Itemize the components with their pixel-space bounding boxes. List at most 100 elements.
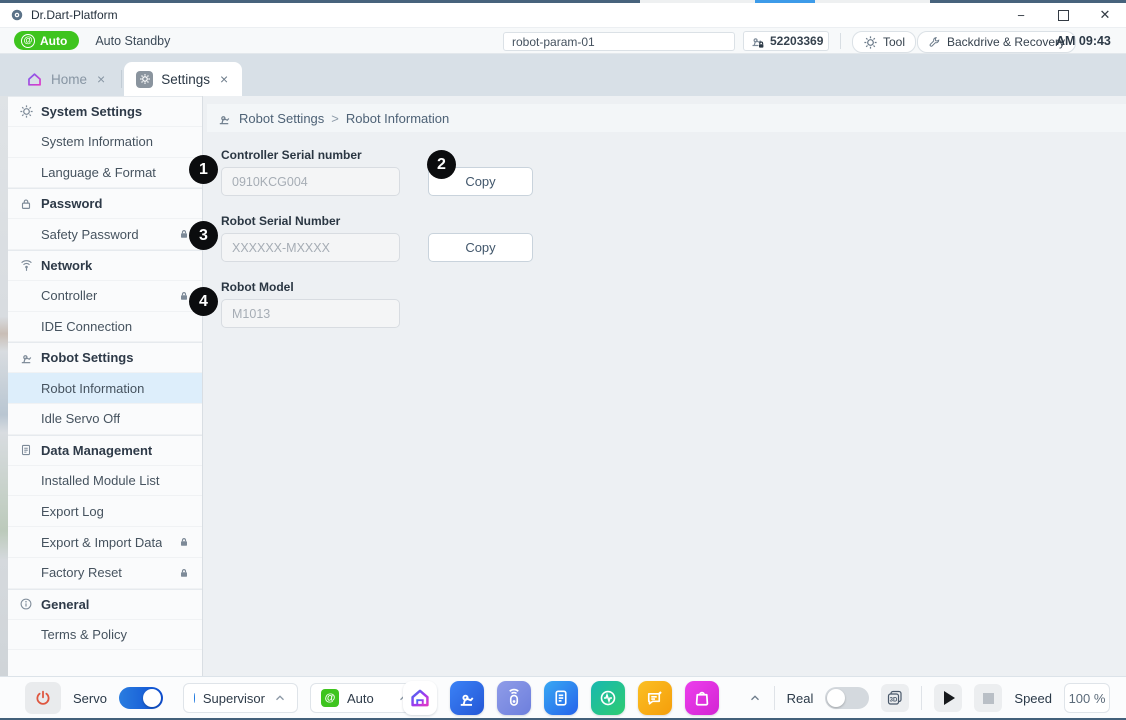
sidebar-item-password[interactable]: Password bbox=[8, 188, 202, 219]
settings-tab-icon bbox=[136, 71, 153, 88]
power-button[interactable] bbox=[25, 682, 61, 714]
field-value-input[interactable]: XXXXXX-MXXXX3 bbox=[221, 233, 400, 262]
copy-button[interactable]: Copy bbox=[428, 233, 533, 262]
chevron-up-icon bbox=[273, 691, 287, 705]
window-controls: − ✕ bbox=[1000, 3, 1126, 27]
field-value-input[interactable]: 0910KCG0041 bbox=[221, 167, 400, 196]
sidebar-item-installed-module-list[interactable]: Installed Module List bbox=[8, 466, 202, 497]
sidebar-item-safety-password[interactable]: Safety Password bbox=[8, 219, 202, 250]
breadcrumb-page: Robot Information bbox=[346, 111, 449, 126]
sidebar-item-robot-information[interactable]: Robot Information bbox=[8, 373, 202, 404]
field-value: XXXXXX-MXXXX bbox=[232, 241, 330, 255]
sidebar-item-language-format[interactable]: Language & Format bbox=[8, 158, 202, 189]
sidebar-item-label: Network bbox=[41, 258, 92, 273]
backdrive-recovery-button[interactable]: Backdrive & Recovery bbox=[917, 31, 1076, 53]
speed-value: 100 % bbox=[1069, 691, 1106, 706]
sidebar-item-label: Terms & Policy bbox=[41, 627, 127, 642]
sidebar-item-system-information[interactable]: System Information bbox=[8, 127, 202, 158]
gear-icon bbox=[18, 104, 34, 119]
settings-sidebar: System SettingsSystem InformationLanguag… bbox=[8, 96, 203, 676]
stop-button[interactable] bbox=[974, 684, 1002, 712]
role-dropdown[interactable]: Supervisor bbox=[183, 683, 298, 713]
auto-mode-label: Auto bbox=[40, 34, 67, 48]
tool-button[interactable]: Tool bbox=[852, 31, 916, 53]
form-field: Robot Serial NumberXXXXXX-MXXXX3Copy bbox=[221, 214, 533, 262]
tab-settings[interactable]: Settings × bbox=[124, 62, 242, 96]
play-icon bbox=[944, 691, 955, 705]
robot-status-text: Auto Standby bbox=[95, 34, 170, 48]
sidebar-item-network[interactable]: Network bbox=[8, 250, 202, 281]
lock-icon bbox=[18, 197, 34, 211]
sidebar-item-label: Robot Information bbox=[41, 381, 144, 396]
annotation-badge-3: 3 bbox=[189, 221, 218, 250]
copy-button[interactable]: Copy2 bbox=[428, 167, 533, 196]
store-app-icon[interactable] bbox=[685, 681, 719, 715]
sidebar-item-label: Idle Servo Off bbox=[41, 411, 120, 426]
field-value-input[interactable]: M10134 bbox=[221, 299, 400, 328]
tab-close-icon[interactable]: × bbox=[95, 71, 107, 87]
robot-app-icon[interactable] bbox=[450, 681, 484, 715]
minimize-button[interactable]: − bbox=[1000, 3, 1042, 27]
role-status-dot bbox=[194, 693, 195, 703]
simulator-3d-button[interactable]: 3D bbox=[881, 684, 909, 712]
tab-label: Settings bbox=[161, 72, 210, 87]
close-button[interactable]: ✕ bbox=[1084, 3, 1126, 27]
controller-serial-box[interactable]: 52203369 bbox=[743, 31, 829, 51]
sidebar-item-export-log[interactable]: Export Log bbox=[8, 496, 202, 527]
play-button[interactable] bbox=[934, 684, 962, 712]
sidebar-item-data-management[interactable]: Data Management bbox=[8, 435, 202, 466]
form-field: Robot Model M10134 bbox=[221, 280, 533, 328]
status-bar-divider bbox=[921, 686, 922, 710]
sidebar-item-factory-reset[interactable]: Factory Reset bbox=[8, 558, 202, 589]
remote-app-icon[interactable] bbox=[497, 681, 531, 715]
sidebar-item-label: Export Log bbox=[41, 504, 104, 519]
title-bar: Dr.Dart-Platform − ✕ bbox=[0, 3, 1126, 28]
real-mode-label: Real bbox=[787, 691, 814, 706]
sidebar-item-terms-policy[interactable]: Terms & Policy bbox=[8, 620, 202, 651]
tab-label: Home bbox=[51, 72, 87, 87]
sidebar-item-label: General bbox=[41, 597, 89, 612]
status-bar-right: Real 3D Speed 100 % bbox=[748, 677, 1110, 719]
antenna-icon bbox=[18, 258, 34, 273]
copy-button-label: Copy bbox=[465, 174, 495, 189]
home-tab-icon bbox=[26, 71, 43, 88]
sidebar-item-export-import-data[interactable]: Export & Import Data bbox=[8, 527, 202, 558]
annotation-badge-2: 2 bbox=[427, 150, 456, 179]
speed-value-box[interactable]: 100 % bbox=[1064, 683, 1110, 713]
maximize-button[interactable] bbox=[1042, 3, 1084, 27]
chevron-up-icon[interactable] bbox=[748, 691, 762, 705]
sidebar-item-robot-settings[interactable]: Robot Settings bbox=[8, 342, 202, 373]
sidebar-item-system-settings[interactable]: System Settings bbox=[8, 96, 202, 127]
field-label: Robot Model bbox=[221, 280, 533, 294]
status-bar-divider bbox=[774, 686, 775, 710]
lock-icon bbox=[178, 536, 190, 548]
robot-param-input[interactable] bbox=[503, 32, 735, 51]
sidebar-item-label: Factory Reset bbox=[41, 565, 122, 580]
auto-mode-icon: @ bbox=[321, 689, 339, 707]
sidebar-item-label: Password bbox=[41, 196, 102, 211]
app-dock bbox=[403, 681, 719, 715]
sidebar-item-idle-servo-off[interactable]: Idle Servo Off bbox=[8, 404, 202, 435]
servo-toggle[interactable] bbox=[119, 687, 163, 709]
tab-close-icon[interactable]: × bbox=[218, 71, 230, 87]
breadcrumb: Robot Settings > Robot Information bbox=[207, 104, 1126, 132]
document-app-icon[interactable] bbox=[544, 681, 578, 715]
copy-button-label: Copy bbox=[465, 240, 495, 255]
tab-home[interactable]: Home × bbox=[14, 62, 119, 96]
chat-app-icon[interactable] bbox=[638, 681, 672, 715]
stop-icon bbox=[983, 693, 994, 704]
robot-lock-icon bbox=[750, 33, 766, 49]
sidebar-item-label: IDE Connection bbox=[41, 319, 132, 334]
speed-label: Speed bbox=[1014, 691, 1052, 706]
sidebar-item-label: Controller bbox=[41, 288, 97, 303]
annotation-badge-1: 1 bbox=[189, 155, 218, 184]
sidebar-item-controller[interactable]: Controller bbox=[8, 281, 202, 312]
gear-icon bbox=[863, 35, 878, 50]
home-app-icon[interactable] bbox=[403, 681, 437, 715]
sidebar-item-general[interactable]: General bbox=[8, 589, 202, 620]
auto-mode-badge[interactable]: @ Auto bbox=[14, 31, 79, 50]
monitor-app-icon[interactable] bbox=[591, 681, 625, 715]
real-toggle[interactable] bbox=[825, 687, 869, 709]
tab-separator bbox=[121, 70, 122, 88]
sidebar-item-ide-connection[interactable]: IDE Connection bbox=[8, 312, 202, 343]
